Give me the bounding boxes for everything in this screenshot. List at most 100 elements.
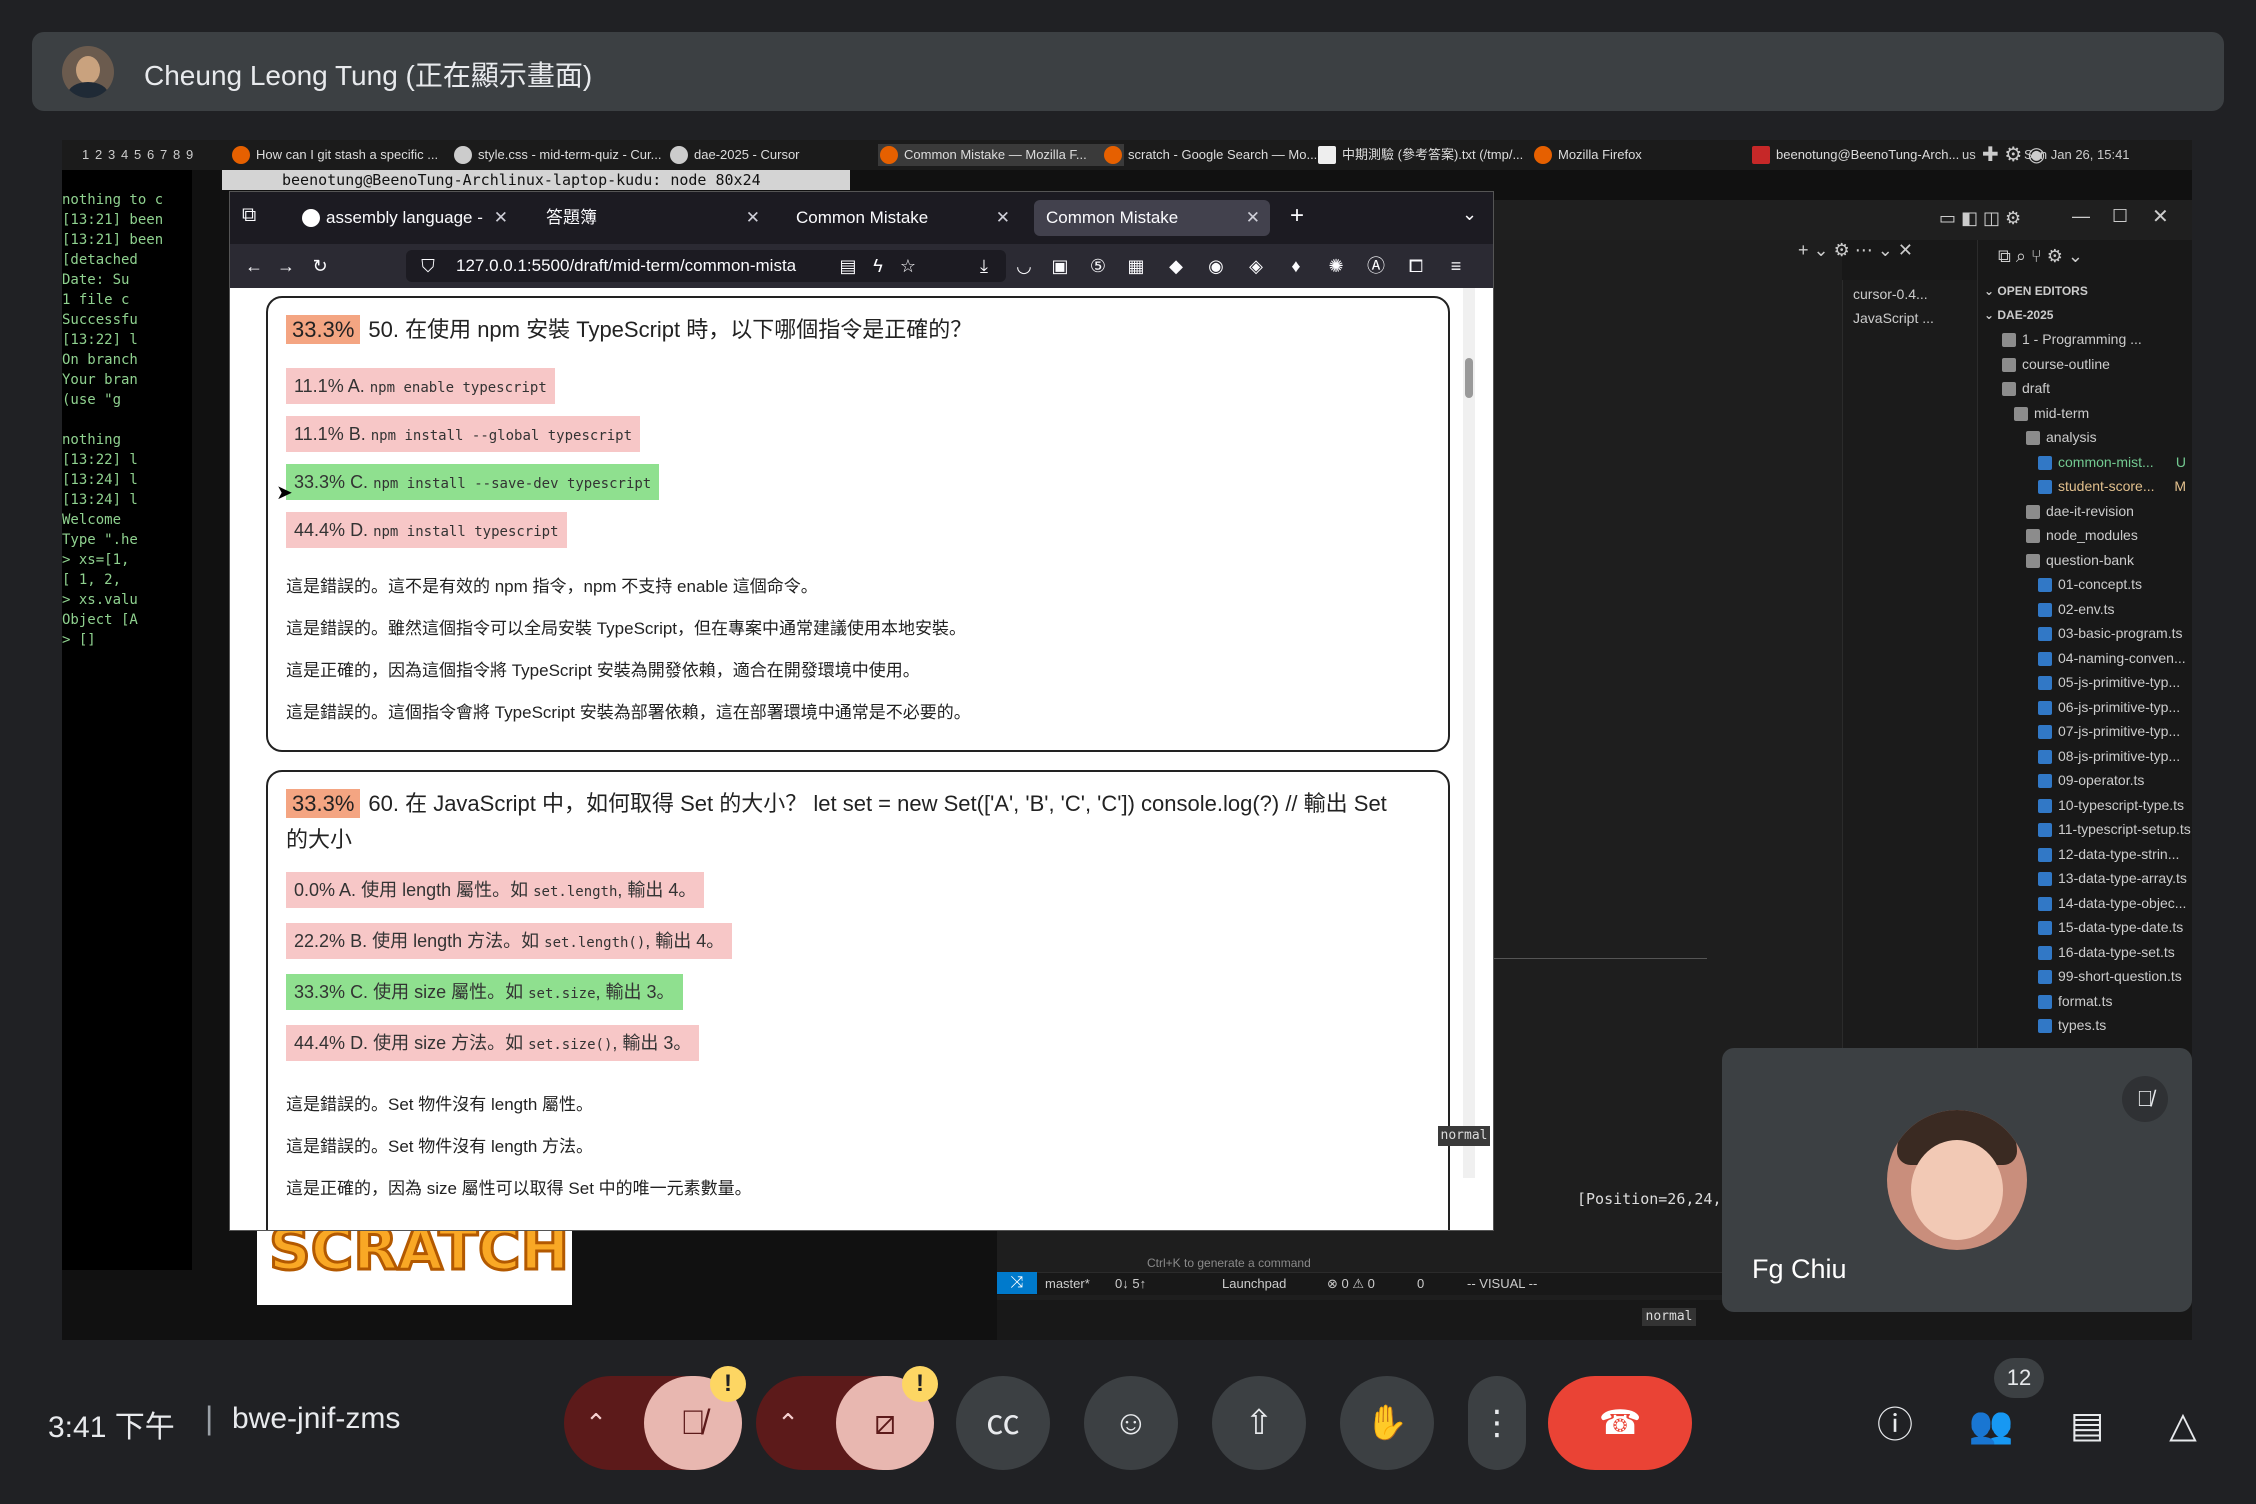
explorer-file[interactable]: 12-data-type-strin... <box>2038 843 2190 865</box>
activities-icon[interactable]: △ <box>2158 1400 2208 1450</box>
explorer-folder[interactable]: analysis <box>2026 426 2190 448</box>
tab-common-mistake-1[interactable]: Common Mistake ✕ <box>784 200 1020 236</box>
workspace-7[interactable]: 7 <box>160 147 167 162</box>
tab-overview-icon[interactable]: ⧉ <box>242 204 256 227</box>
workspace-6[interactable]: 6 <box>147 147 154 162</box>
explorer-folder[interactable]: mid-term <box>2014 402 2190 424</box>
extension-icon[interactable]: ▣ <box>1050 256 1070 276</box>
reload-icon[interactable]: ↻ <box>310 256 330 276</box>
forward-icon[interactable]: → <box>276 256 296 276</box>
task-git-stash[interactable]: How can I git stash a specific ... <box>230 144 466 166</box>
tab-close-icon[interactable]: ✕ <box>996 200 1010 236</box>
explorer-file[interactable]: types.ts <box>2038 1014 2190 1036</box>
explorer-file[interactable]: 04-naming-conven... <box>2038 647 2190 669</box>
close-icon[interactable]: ✕ <box>2152 204 2169 229</box>
remote-indicator[interactable]: ⤨ <box>997 1272 1037 1294</box>
extension-icon[interactable]: ◉ <box>1206 256 1226 276</box>
scrollbar-thumb[interactable] <box>1465 358 1473 398</box>
panel-actions[interactable]: + ⌄ ⚙ ⋯ ⌄ ✕ <box>1798 240 1913 261</box>
explorer-folder[interactable]: draft <box>2002 377 2190 399</box>
explorer-file[interactable]: 01-concept.ts <box>2038 573 2190 595</box>
explorer-folder[interactable]: node_modules <box>2026 524 2190 546</box>
keyboard-layout[interactable]: us <box>1962 147 1976 162</box>
explorer-file[interactable]: 09-operator.ts <box>2038 769 2190 791</box>
pocket-icon[interactable]: ◡ <box>1014 256 1034 276</box>
explorer-folder[interactable]: course-outline <box>2002 353 2190 375</box>
download-icon[interactable]: ⤓ <box>974 256 994 276</box>
raise-hand-button[interactable]: ✋ <box>1340 1376 1434 1470</box>
camera-options-chevron-icon[interactable]: ⌃ <box>756 1376 820 1470</box>
workspace-3[interactable]: 3 <box>108 147 115 162</box>
explorer-file[interactable]: common-mist... U <box>2038 451 2190 473</box>
workspace-9[interactable]: 9 <box>186 147 193 162</box>
explorer-file[interactable]: 13-data-type-array.ts <box>2038 867 2190 889</box>
present-screen-button[interactable]: ⇧ <box>1212 1376 1306 1470</box>
tab-assembly-language[interactable]: assembly language - Goo✕ <box>292 200 518 263</box>
explorer-file[interactable]: 15-data-type-date.ts <box>2038 916 2190 938</box>
launchpad[interactable]: Launchpad <box>1222 1273 1286 1295</box>
more-options-button[interactable]: ⋮ <box>1468 1376 1526 1470</box>
participant-tile[interactable]: Fg Chiu 🎙̸ <box>1722 1048 2192 1312</box>
chat-icon[interactable]: ▤ <box>2062 1400 2112 1450</box>
tab-answer-book[interactable]: 答題簿 ✕ <box>534 200 770 236</box>
explorer-folder[interactable]: question-bank <box>2026 549 2190 571</box>
task-scratch-search[interactable]: scratch - Google Search — Mo... <box>1102 144 1328 166</box>
maximize-icon[interactable]: ☐ <box>2112 206 2128 227</box>
terminal-window[interactable]: nothing to c [13:21] been [13:21] been [det… <box>62 170 192 1270</box>
panel-tab-javascript[interactable]: JavaScript ... <box>1853 310 1934 326</box>
explorer-file[interactable]: 10-typescript-type.ts <box>2038 794 2190 816</box>
task-dae-2025[interactable]: dae-2025 - Cursor <box>668 144 824 166</box>
workspace-2[interactable]: 2 <box>95 147 102 162</box>
task-common-mistake[interactable]: Common Mistake — Mozilla F... <box>878 144 1124 166</box>
extension-icon[interactable]: ⑤ <box>1088 256 1108 276</box>
layout-icons[interactable]: ▭ ◧ ◫ ⚙ <box>1939 208 2021 229</box>
bookmark-star-icon[interactable]: ☆ <box>898 256 918 276</box>
tab-close-icon[interactable]: ✕ <box>1246 200 1260 236</box>
extension-icon[interactable]: ♦ <box>1286 256 1306 276</box>
extension-icon[interactable]: ◆ <box>1166 256 1186 276</box>
task-terminal[interactable]: beenotung@BeenoTung-Arch... <box>1750 144 1976 166</box>
explorer-file[interactable]: 07-js-primitive-typ... <box>2038 720 2190 742</box>
flash-icon[interactable]: ϟ <box>868 256 888 276</box>
minimize-icon[interactable]: — <box>2072 206 2090 227</box>
ports[interactable]: 0 <box>1417 1273 1424 1295</box>
extension-icon[interactable]: ▦ <box>1126 256 1146 276</box>
git-branch[interactable]: master* <box>1045 1273 1090 1295</box>
task-mozilla-firefox[interactable]: Mozilla Firefox <box>1532 144 1688 166</box>
explorer-file[interactable]: student-score... M <box>2038 475 2190 497</box>
task-style-css[interactable]: style.css - mid-term-quiz - Cur... <box>452 144 678 166</box>
people-icon[interactable]: 👥 <box>1966 1400 2016 1450</box>
mic-options-chevron-icon[interactable]: ⌃ <box>564 1376 628 1470</box>
new-tab-button[interactable]: + <box>1290 202 1304 230</box>
open-editors-header[interactable]: ⌄ OPEN EDITORS <box>1984 280 2088 302</box>
git-sync[interactable]: 0↓ 5↑ <box>1115 1273 1146 1295</box>
account-icon[interactable]: Ⓐ <box>1366 256 1386 276</box>
problems[interactable]: ⊗ 0 ⚠ 0 <box>1327 1273 1375 1295</box>
explorer-folder[interactable]: 1 - Programming ... <box>2002 328 2190 350</box>
tab-common-mistake-2[interactable]: Common Mistake ✕ <box>1034 200 1270 236</box>
workspace-5[interactable]: 5 <box>134 147 141 162</box>
page-scrollbar[interactable] <box>1463 288 1475 1178</box>
explorer-toolbar-icons[interactable]: ⧉ ⌕ ⑂ ⚙ ⌄ <box>1998 246 2083 267</box>
explorer-file[interactable]: 08-js-primitive-typ... <box>2038 745 2190 767</box>
workspace-4[interactable]: 4 <box>121 147 128 162</box>
explorer-file[interactable]: 06-js-primitive-typ... <box>2038 696 2190 718</box>
tab-list-chevron-icon[interactable]: ⌄ <box>1462 204 1477 225</box>
workspace-header[interactable]: ⌄ DAE-2025 <box>1984 304 2053 326</box>
system-clock[interactable]: Sun Jan 26, 15:41 <box>2024 147 2130 162</box>
explorer-file[interactable]: 03-basic-program.ts <box>2038 622 2190 644</box>
explorer-file[interactable]: 11-typescript-setup.ts <box>2038 818 2191 840</box>
reader-view-icon[interactable]: ▤ <box>838 256 858 276</box>
shield-icon[interactable]: ⛉ <box>418 256 438 276</box>
workspace-8[interactable]: 8 <box>173 147 180 162</box>
meeting-info-icon[interactable]: ⓘ <box>1870 1400 1920 1450</box>
explorer-file[interactable]: 02-env.ts <box>2038 598 2190 620</box>
extensions-puzzle-icon[interactable]: ⧠ <box>1406 256 1426 276</box>
menu-icon[interactable]: ≡ <box>1446 256 1466 276</box>
explorer-file[interactable]: 05-js-primitive-typ... <box>2038 671 2190 693</box>
explorer-folder[interactable]: dae-it-revision <box>2026 500 2190 522</box>
emoji-button[interactable]: ☺ <box>1084 1376 1178 1470</box>
tab-close-icon[interactable]: ✕ <box>494 200 508 236</box>
extension-icon[interactable]: ◈ <box>1246 256 1266 276</box>
explorer-file[interactable]: format.ts <box>2038 990 2190 1012</box>
